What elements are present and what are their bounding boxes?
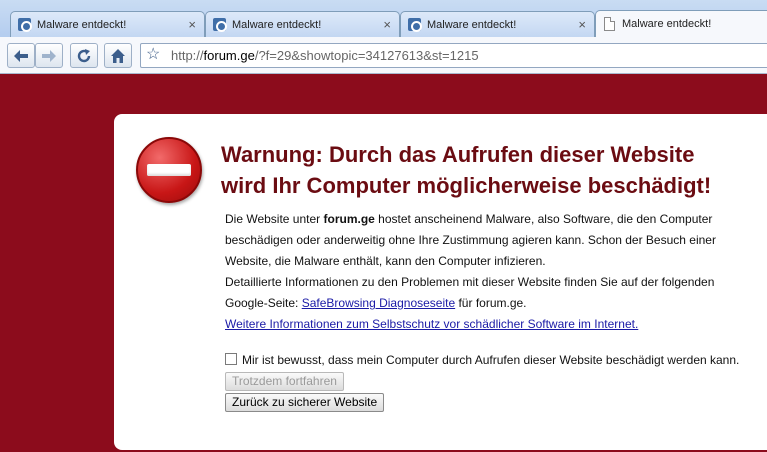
acknowledge-checkbox[interactable] xyxy=(225,353,237,365)
proceed-anyway-button[interactable]: Trotzdem fortfahren xyxy=(225,372,344,391)
site-favicon-icon xyxy=(408,18,422,32)
browser-toolbar: ☆ http://forum.ge/?f=29&showtopic=341276… xyxy=(0,37,767,74)
headline-line-2: wird Ihr Computer möglicherweise beschäd… xyxy=(221,173,712,198)
reload-icon xyxy=(77,48,91,62)
tab-malware-1[interactable]: Malware entdeckt! × xyxy=(10,11,205,37)
back-arrow-icon xyxy=(14,49,28,62)
more-info-link[interactable]: Weitere Informationen zum Selbstschutz v… xyxy=(225,317,638,331)
forward-arrow-icon xyxy=(42,49,56,62)
tab-malware-2[interactable]: Malware entdeckt! × xyxy=(205,11,400,37)
site-favicon-icon xyxy=(213,18,227,32)
site-host: forum.ge xyxy=(323,212,375,226)
close-tab-icon[interactable]: × xyxy=(383,17,391,32)
home-icon xyxy=(111,48,125,63)
url-host: forum.ge xyxy=(203,48,255,63)
tab-malware-active[interactable]: Malware entdeckt! xyxy=(595,10,767,38)
site-favicon-icon xyxy=(18,18,32,32)
close-tab-icon[interactable]: × xyxy=(188,17,196,32)
warning-body: Die Website unter forum.ge hostet ansche… xyxy=(225,209,760,335)
malware-description: Die Website unter forum.ge hostet ansche… xyxy=(225,209,760,272)
tab-label: Malware entdeckt! xyxy=(37,19,127,31)
url-text: http://forum.ge/?f=29&showtopic=34127613… xyxy=(171,48,479,63)
tab-strip: Malware entdeckt! × Malware entdeckt! × … xyxy=(0,0,767,38)
page-icon xyxy=(604,17,615,31)
stop-sign-icon xyxy=(136,137,202,203)
acknowledge-row: Mir ist bewusst, dass mein Computer durc… xyxy=(225,350,760,392)
home-button[interactable] xyxy=(104,43,132,68)
tab-malware-3[interactable]: Malware entdeckt! × xyxy=(400,11,595,37)
back-to-safety-button[interactable]: Zurück zu sicherer Website xyxy=(225,393,385,412)
forward-button[interactable] xyxy=(35,43,63,68)
reload-button[interactable] xyxy=(70,43,98,68)
safebrowsing-diagnostic-link[interactable]: SafeBrowsing Diagnoseseite xyxy=(302,296,455,310)
headline-line-1: Warnung: Durch das Aufrufen dieser Websi… xyxy=(221,142,695,167)
back-button[interactable] xyxy=(7,43,35,68)
address-bar[interactable]: ☆ http://forum.ge/?f=29&showtopic=341276… xyxy=(140,43,767,68)
text: für forum.ge. xyxy=(455,296,527,310)
close-tab-icon[interactable]: × xyxy=(578,17,586,32)
text: Die Website unter xyxy=(225,212,324,226)
url-scheme: http:// xyxy=(171,48,204,63)
tab-label: Malware entdeckt! xyxy=(427,19,517,31)
warning-headline: Warnung: Durch das Aufrufen dieser Websi… xyxy=(221,139,766,201)
url-path: /?f=29&showtopic=34127613&st=1215 xyxy=(254,48,479,63)
diagnostic-info: Detaillierte Informationen zu den Proble… xyxy=(225,272,760,314)
tab-label: Malware entdeckt! xyxy=(232,19,322,31)
bookmark-star-icon[interactable]: ☆ xyxy=(146,47,160,63)
acknowledge-label: Mir ist bewusst, dass mein Computer durc… xyxy=(242,353,740,367)
tab-label: Malware entdeckt! xyxy=(622,18,712,30)
